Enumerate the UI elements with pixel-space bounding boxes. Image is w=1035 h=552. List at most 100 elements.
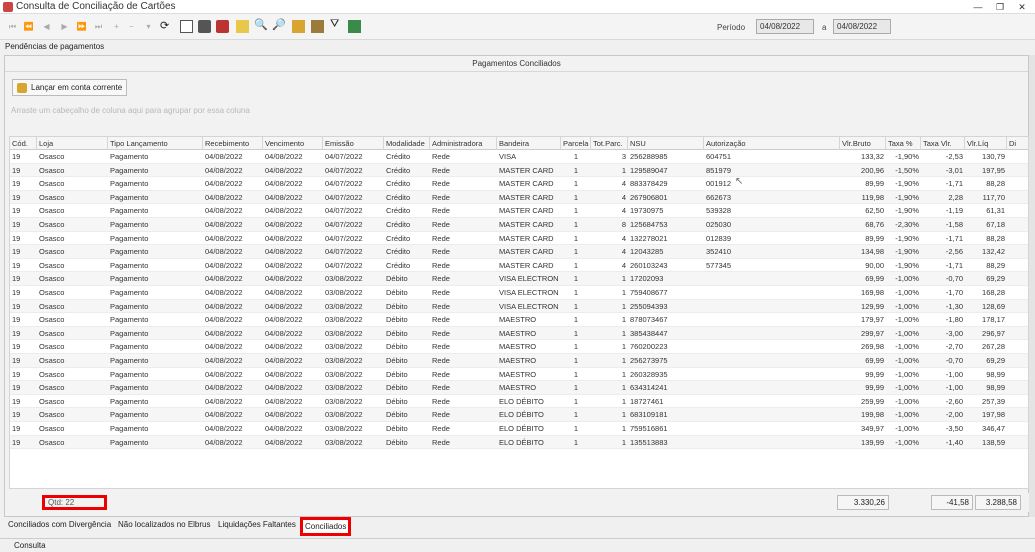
column-header-parcela[interactable]: Parcela — [561, 137, 591, 150]
cell-autorizacao — [704, 395, 840, 409]
table-row[interactable]: 19 Osasco Pagamento 04/08/2022 04/08/2022 03/… — [10, 395, 1028, 409]
table-row[interactable]: 19 Osasco Pagamento 04/08/2022 04/08/2022 03/… — [10, 422, 1028, 436]
table-row[interactable]: 19 Osasco Pagamento 04/08/2022 04/08/2022 03/… — [10, 313, 1028, 327]
table-row[interactable]: 19 Osasco Pagamento 04/08/2022 04/08/2022 03/… — [10, 381, 1028, 395]
cell-tipo-lancamento: Pagamento — [110, 383, 149, 393]
column-header-di[interactable]: Di — [1007, 137, 1028, 150]
zoom-out-icon[interactable]: 🔎 — [272, 18, 286, 31]
date-from-field[interactable]: 04/08/2022 — [756, 19, 814, 34]
table-row[interactable]: 19 Osasco Pagamento 04/08/2022 04/08/2022 03/… — [10, 286, 1028, 300]
cell-taxa: -1,00% — [895, 274, 919, 284]
table-row[interactable]: 19 Osasco Pagamento 04/08/2022 04/08/2022 04/… — [10, 177, 1028, 191]
column-header-tot-parc[interactable]: Tot.Parc. — [591, 137, 628, 150]
column-header-loja[interactable]: Loja — [37, 137, 108, 150]
notes-icon[interactable] — [236, 20, 249, 33]
cell-emissao: 03/08/2022 — [325, 301, 363, 311]
cell-taxa-vlr: 2,28 — [948, 192, 963, 202]
folder-icon[interactable] — [292, 20, 305, 33]
cell-cod: 19 — [12, 179, 21, 189]
grid-settings-icon[interactable] — [311, 20, 324, 33]
vertical-scrollbar[interactable] — [1029, 55, 1035, 517]
cell-bandeira: VISA ELECTRON — [499, 274, 559, 284]
column-header-bandeira[interactable]: Bandeira — [497, 137, 561, 150]
column-header-nsu[interactable]: NSU — [628, 137, 704, 150]
export-icon[interactable] — [216, 20, 229, 33]
zoom-in-icon[interactable]: 🔍 — [254, 18, 268, 31]
cell-modalidade: Crédito — [386, 206, 411, 216]
column-header-autorizacao[interactable]: Autorização — [704, 137, 840, 150]
column-header-vlr-bruto[interactable]: Vlr.Bruto — [840, 137, 886, 150]
column-header-cod[interactable]: Cód. — [10, 137, 37, 150]
restore-button[interactable]: ❐ — [989, 0, 1011, 14]
date-to-field[interactable]: 04/08/2022 — [833, 19, 891, 34]
next-page-icon[interactable]: ⏩ — [75, 22, 88, 35]
table-row[interactable]: 19 Osasco Pagamento 04/08/2022 04/08/2022 03/… — [10, 340, 1028, 354]
cell-modalidade: Débito — [386, 437, 408, 447]
refresh-icon[interactable]: ⟳ — [160, 19, 173, 32]
cell-administradora: Rede — [432, 260, 450, 270]
column-header-recebimento[interactable]: Recebimento — [203, 137, 263, 150]
table-row[interactable]: 19 Osasco Pagamento 04/08/2022 04/08/2022 04/… — [10, 232, 1028, 246]
table-row[interactable]: 19 Osasco Pagamento 04/08/2022 04/08/2022 03/… — [10, 435, 1028, 450]
column-header-emissao[interactable]: Emissão — [323, 137, 384, 150]
cell-parcela: 1 — [573, 410, 579, 420]
column-header-administradora[interactable]: Administradora — [430, 137, 497, 150]
delete-icon[interactable]: − — [125, 22, 138, 35]
filter-icon[interactable]: ⛛ — [330, 18, 343, 31]
table-row[interactable]: 19 Osasco Pagamento 04/08/2022 04/08/2022 03/… — [10, 272, 1028, 286]
minimize-button[interactable]: — — [967, 0, 989, 14]
cell-taxa: -1,00% — [895, 328, 919, 338]
insert-icon[interactable]: + — [110, 22, 123, 35]
prev-record-icon[interactable]: ◀ — [40, 22, 53, 35]
table-row[interactable]: 19 Osasco Pagamento 04/08/2022 04/08/2022 03/… — [10, 299, 1028, 314]
next-record-icon[interactable]: ▶ — [58, 22, 71, 35]
cell-vlr-bruto: 259,99 — [861, 396, 884, 406]
cell-parcela: 1 — [573, 206, 579, 216]
table-row[interactable]: 19 Osasco Pagamento 04/08/2022 04/08/2022 03/… — [10, 326, 1028, 341]
excel-icon[interactable] — [348, 20, 361, 33]
column-header-modalidade[interactable]: Modalidade — [384, 137, 430, 150]
table-row[interactable]: 19 Osasco Pagamento 04/08/2022 04/08/2022 04/… — [10, 150, 1028, 164]
column-header-taxa-vlr[interactable]: Taxa Vlr. — [921, 137, 965, 150]
prev-page-icon[interactable]: ⏪ — [22, 22, 35, 35]
tab-conciliados[interactable]: Conciliados — [300, 517, 352, 536]
table-row[interactable]: 19 Osasco Pagamento 04/08/2022 04/08/2022 04/… — [10, 204, 1028, 218]
column-header-vlr-liq[interactable]: Vlr.Líq — [965, 137, 1007, 150]
column-header-vencimento[interactable]: Vencimento — [263, 137, 323, 150]
cell-emissao: 03/08/2022 — [325, 369, 363, 379]
cell-loja: Osasco — [39, 260, 65, 270]
launch-account-button[interactable]: Lançar em conta corrente — [12, 79, 128, 96]
table-row[interactable]: 19 Osasco Pagamento 04/08/2022 04/08/2022 04/… — [10, 245, 1028, 259]
cell-emissao: 03/08/2022 — [325, 315, 363, 325]
cell-vlr-liq: 88,29 — [986, 260, 1005, 270]
cell-recebimento: 04/08/2022 — [205, 356, 243, 365]
cell-vencimento: 04/08/2022 — [265, 328, 303, 338]
cell-taxa: -1,90% — [895, 233, 919, 243]
table-row[interactable]: 19 Osasco Pagamento 04/08/2022 04/08/2022 04/… — [10, 259, 1028, 273]
tab-liquidacoes-faltantes[interactable]: Liquidações Faltantes — [218, 520, 296, 529]
preview-icon[interactable] — [180, 20, 193, 33]
last-record-icon[interactable]: ⏭ — [92, 22, 105, 35]
table-row[interactable]: 19 Osasco Pagamento 04/08/2022 04/08/2022 03/… — [10, 354, 1028, 368]
cell-cod: 19 — [12, 424, 21, 433]
cell-modalidade: Débito — [386, 274, 408, 284]
cell-vlr-liq: 69,29 — [986, 274, 1005, 284]
table-row[interactable]: 19 Osasco Pagamento 04/08/2022 04/08/2022 03/… — [10, 368, 1028, 382]
qtd-count: Qtd: 22 — [42, 495, 107, 510]
cell-tot-parc: 4 — [621, 233, 626, 243]
tab-nao-localizados[interactable]: Não localizados no Elbrus — [118, 520, 211, 529]
table-row[interactable]: 19 Osasco Pagamento 04/08/2022 04/08/2022 04/… — [10, 163, 1028, 178]
tab-conciliados-divergencia[interactable]: Conciliados com Divergência — [8, 520, 111, 529]
column-header-taxa[interactable]: Taxa % — [886, 137, 921, 150]
column-header-tipo-lancamento[interactable]: Tipo Lançamento — [108, 137, 203, 150]
table-row[interactable]: 19 Osasco Pagamento 04/08/2022 04/08/2022 04/… — [10, 218, 1028, 232]
cancel-icon[interactable]: ▾ — [142, 22, 155, 35]
close-button[interactable]: ✕ — [1011, 0, 1033, 14]
table-row[interactable]: 19 Osasco Pagamento 04/08/2022 04/08/2022 03/… — [10, 408, 1028, 422]
table-row[interactable]: 19 Osasco Pagamento 04/08/2022 04/08/2022 04/… — [10, 190, 1028, 205]
print-icon[interactable] — [198, 20, 211, 33]
cell-nsu: 19730975 — [630, 206, 664, 216]
cell-taxa-vlr: -2,60 — [945, 396, 963, 406]
first-record-icon[interactable]: ⏮ — [6, 22, 19, 35]
cell-tipo-lancamento: Pagamento — [110, 233, 149, 243]
